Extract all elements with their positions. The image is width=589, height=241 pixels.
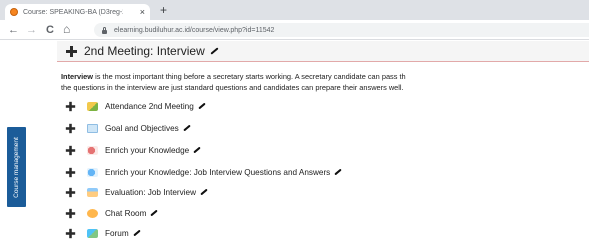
browser-tab[interactable]: Course: SPEAKING-BA (D3reg-20 ×: [5, 4, 150, 20]
course-management-tab[interactable]: Course management: [7, 127, 26, 207]
move-icon[interactable]: [65, 167, 76, 177]
forum-icon: [87, 228, 98, 238]
chat-icon: [87, 208, 98, 218]
close-icon[interactable]: ×: [140, 7, 145, 17]
activity-label[interactable]: Chat Room: [105, 209, 146, 218]
activity-label[interactable]: Attendance 2nd Meeting: [105, 102, 194, 111]
section-summary: Interview is the most important thing be…: [61, 71, 589, 93]
activity-label[interactable]: Goal and Objectives: [105, 124, 179, 133]
activity-label[interactable]: Evaluation: Job Interview: [105, 188, 196, 197]
summary-bold: Interview: [61, 72, 94, 81]
attendance-icon: [87, 101, 98, 111]
summary-line-2: the questions in the interview are just …: [61, 83, 404, 92]
edit-pencil-icon[interactable]: [193, 146, 201, 154]
move-icon[interactable]: [65, 101, 76, 111]
edit-pencil-icon[interactable]: [183, 124, 191, 132]
summary-line-1: Interview is the most important thing be…: [61, 71, 589, 82]
summary-line-1-text: is the most important thing before a sec…: [93, 72, 406, 81]
forward-icon[interactable]: →: [26, 24, 37, 36]
activity-item-attendance[interactable]: Attendance 2nd Meeting: [65, 100, 206, 112]
activity-item-chat[interactable]: Chat Room: [65, 207, 159, 219]
quiz-icon: [87, 187, 98, 197]
moodle-favicon-icon: [10, 8, 18, 16]
activity-item-forum[interactable]: Forum: [65, 227, 141, 239]
activity-item-goal[interactable]: Goal and Objectives: [65, 122, 191, 134]
lock-icon: [102, 26, 107, 34]
activity-label[interactable]: Enrich your Knowledge: Job Interview Que…: [105, 168, 330, 177]
move-icon[interactable]: [65, 145, 76, 155]
activity-item-evaluation[interactable]: Evaluation: Job Interview: [65, 186, 208, 198]
new-tab-button[interactable]: +: [160, 4, 167, 16]
activity-label[interactable]: Forum: [105, 229, 129, 238]
activity-label[interactable]: Enrich your Knowledge: [105, 146, 189, 155]
back-icon[interactable]: ←: [8, 24, 19, 36]
course-management-label: Course management: [13, 136, 21, 198]
edit-pencil-icon[interactable]: [210, 47, 219, 55]
move-icon[interactable]: [66, 45, 77, 57]
tab-title: Course: SPEAKING-BA (D3reg-20: [23, 8, 123, 16]
edit-pencil-icon[interactable]: [334, 168, 342, 176]
browser-tab-strip: Course: SPEAKING-BA (D3reg-20 × +: [0, 0, 589, 20]
edit-pencil-icon[interactable]: [132, 229, 141, 237]
address-bar-row: ← → C ⌂ elearning.budiluhur.ac.id/course…: [0, 20, 589, 40]
move-icon[interactable]: [65, 228, 76, 238]
url-icon: [87, 167, 98, 177]
section-title: 2nd Meeting: Interview: [84, 44, 205, 58]
home-icon[interactable]: ⌂: [63, 23, 70, 35]
reload-icon[interactable]: C: [46, 24, 54, 36]
address-bar[interactable]: elearning.budiluhur.ac.id/course/view.ph…: [94, 23, 589, 37]
page-icon: [87, 123, 98, 133]
activity-item-enrich-1[interactable]: Enrich your Knowledge: [65, 144, 201, 156]
activity-item-enrich-2[interactable]: Enrich your Knowledge: Job Interview Que…: [65, 166, 342, 178]
move-icon[interactable]: [65, 187, 76, 197]
move-icon[interactable]: [65, 123, 76, 133]
section-header: 2nd Meeting: Interview: [57, 41, 589, 62]
move-icon[interactable]: [65, 208, 76, 218]
edit-pencil-icon[interactable]: [198, 102, 206, 110]
edit-pencil-icon[interactable]: [200, 188, 208, 196]
edit-pencil-icon[interactable]: [150, 209, 159, 217]
url-text: elearning.budiluhur.ac.id/course/view.ph…: [114, 26, 275, 34]
url-icon: [87, 145, 98, 155]
